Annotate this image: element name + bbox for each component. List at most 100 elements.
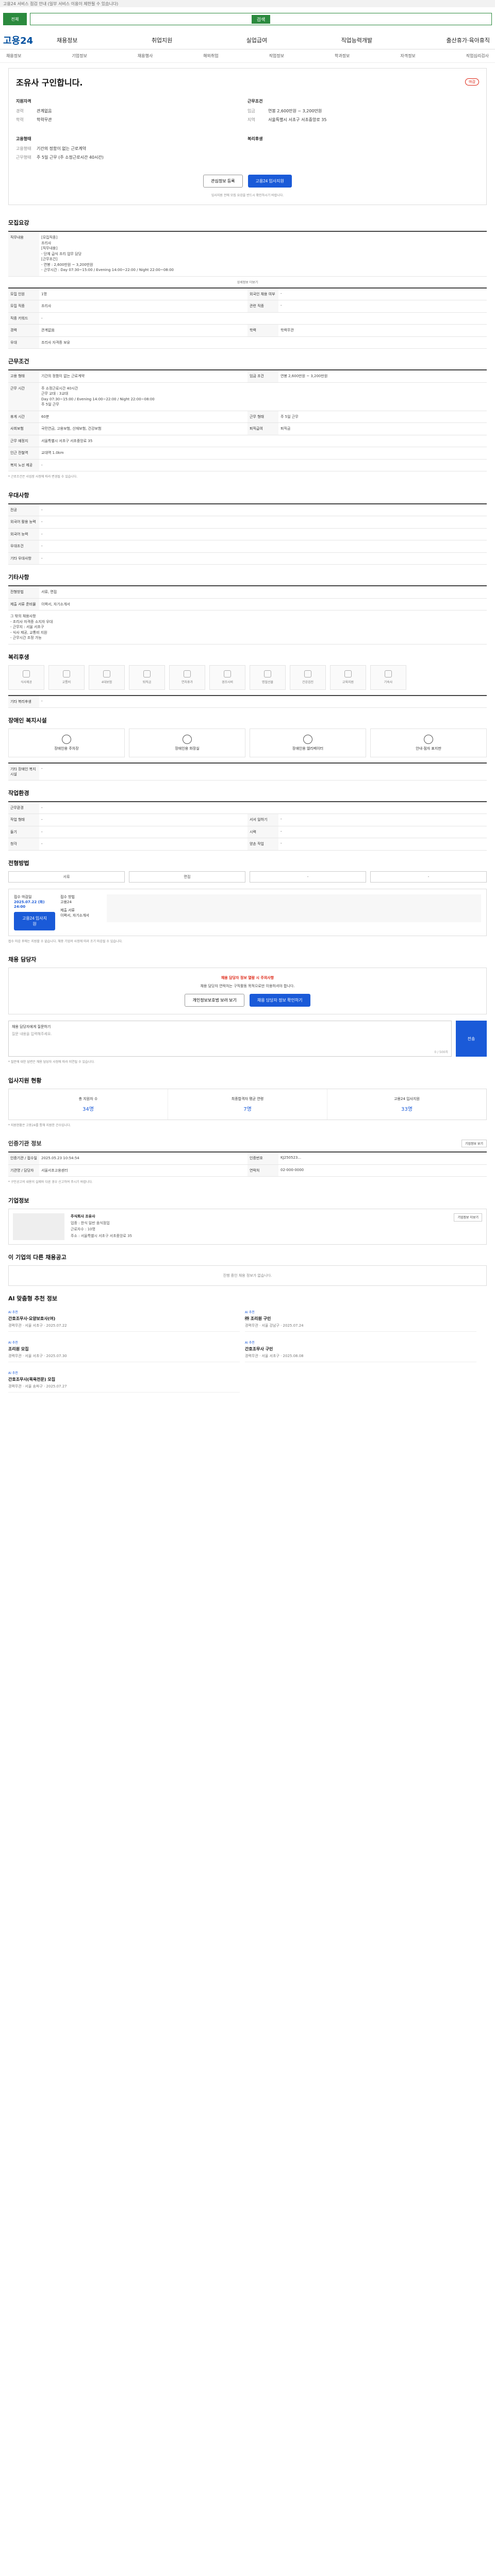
search-button[interactable]: 검색 xyxy=(251,14,271,24)
recommend-item[interactable]: AI 추천 간호조무사(목욕전문) 모집 경력무관 · 서울 송파구 · 2025.… xyxy=(8,1367,240,1393)
stat-label: 고용24 입사지원 xyxy=(394,1096,420,1101)
method-step: 면접 xyxy=(129,871,245,883)
gnb-item[interactable]: 취업지원 xyxy=(150,36,174,44)
stats-box: 총 지원자 수 34명 최종합격자 평균 연령 7명 고용24 입사지원 33명 xyxy=(8,1088,487,1120)
logo[interactable]: 고용24 xyxy=(3,33,55,47)
privacy-law-button[interactable]: 개인정보보호법 보러 보기 xyxy=(185,994,244,1007)
table-row: 전공 - xyxy=(8,504,487,517)
scrap-button[interactable]: 관심정보 등록 xyxy=(203,175,243,188)
accessibility-icon xyxy=(424,734,433,744)
gnb-item[interactable]: 채용정보 xyxy=(55,36,79,44)
summary-key: 임금 xyxy=(248,109,255,113)
table-row: 기타 우대사항 - xyxy=(8,552,487,565)
qa-submit-button[interactable]: 전송 xyxy=(456,1021,487,1057)
stat-item: 총 지원자 수 34명 xyxy=(9,1089,168,1120)
lnb-item[interactable]: 자격정보 xyxy=(400,53,415,59)
recruit-table-2: 모집 인원 1명 외국인 채용 여부 - 모집 직종 조리사 관련 직종 - 직종 키워드 - 경력… xyxy=(8,287,487,349)
recommend-name[interactable]: ㈜ 조리원 구인 xyxy=(245,1316,476,1321)
summary-key: 근무형태 xyxy=(16,155,31,160)
gnb-item[interactable]: 실업급여 xyxy=(244,36,269,44)
org-table: 인증기관 / 접수일 2025.05.23 10:54:54 인증번호 KJ25052… xyxy=(8,1151,487,1177)
table-row: 기관명 / 담당자 서울서초고용센터 연락처 02-000-0000 xyxy=(8,1164,487,1177)
welfare-icon xyxy=(143,670,151,678)
receipt-apply-button[interactable]: 고용24 입사지원 xyxy=(14,911,55,930)
table-value: - xyxy=(41,316,43,320)
disability-label: 장애인용 엘리베이터 xyxy=(292,746,324,751)
recommend-name[interactable]: 간호조무사 구인 xyxy=(245,1346,476,1352)
search-scope-select[interactable]: 전체 xyxy=(3,13,27,25)
welfare-label: 퇴직금 xyxy=(142,681,152,685)
gnb-item[interactable]: 직업능력개발 xyxy=(339,36,374,44)
notice-bar: 고용24 서비스 점검 안내 (일부 서비스 이용이 제한될 수 있습니다) xyxy=(0,0,495,7)
welfare-etc-value: - xyxy=(41,699,43,703)
recommend-item[interactable]: AI 추천 ㈜ 조리원 구인 경력무관 · 서울 강남구 · 2025.07.24 xyxy=(245,1307,476,1332)
manager-info-button[interactable]: 채용 담당자 정보 확인하기 xyxy=(249,994,310,1007)
summary-value: 관계없음 xyxy=(37,109,52,113)
apply-button[interactable]: 고용24 입사지원 xyxy=(248,175,292,188)
lnb-item[interactable]: 직업심리검사 xyxy=(466,53,489,59)
recommend-item[interactable]: AI 추천 간호조무사·요양보호사(여) 경력무관 · 서울 서초구 · 2025.… xyxy=(8,1307,240,1332)
recommend-name[interactable]: 조리원 모집 xyxy=(8,1346,240,1352)
lnb-item[interactable]: 학과정보 xyxy=(335,53,350,59)
other-jobs-title: 이 기업의 다른 채용공고 xyxy=(8,1253,67,1261)
lnb-item[interactable]: 채용정보 xyxy=(6,53,21,59)
table-row: 직종 키워드 - xyxy=(8,312,487,325)
table-value: 60분 xyxy=(41,414,50,419)
disability-etc-label: 기타 장애인 복지시설 xyxy=(8,763,39,780)
table-row: 휴게 시간 60분 근무 형태 주 5일 근무 xyxy=(8,411,487,423)
table-key: 사회보험 xyxy=(8,423,39,435)
company-info-more[interactable]: 기업정보 더보기 xyxy=(454,1213,482,1222)
detail-toggle[interactable]: 상세정보 더보기 xyxy=(0,277,495,287)
table-row: 전형방법 서류, 면접 xyxy=(8,586,487,599)
table-key: 기관명 / 담당자 xyxy=(8,1164,39,1177)
welfare-item: 4대보험 xyxy=(89,665,125,690)
lnb-item[interactable]: 해외취업 xyxy=(203,53,218,59)
welfare-item: 교통비 xyxy=(48,665,85,690)
table-key: 서서 일하기 xyxy=(248,814,278,826)
recommend-item[interactable]: AI 추천 조리원 모집 경력무관 · 서울 서초구 · 2025.07.30 xyxy=(8,1337,240,1362)
table-value: 국민연금, 고용보험, 산재보험, 건강보험 xyxy=(41,427,102,431)
welfare-icon xyxy=(184,670,191,678)
receipt-col2-label: 접수 방법 xyxy=(60,894,75,899)
table-value: [모집직종] 조리사 [직무내용] - 단체 급식 조리 업무 담당 [근무조건… xyxy=(41,235,174,272)
recommend-item[interactable]: AI 추천 간호조무사 구인 경력무관 · 서울 서초구 · 2025.08.08 xyxy=(245,1337,476,1362)
table-value: 2025.05.23 10:54:54 xyxy=(41,1156,79,1161)
lnb-item[interactable]: 기업정보 xyxy=(72,53,87,59)
lnb-item[interactable]: 직업정보 xyxy=(269,53,284,59)
org-more-button[interactable]: 기업정보 보기 xyxy=(461,1139,487,1147)
table-value: - xyxy=(41,463,43,467)
table-value: 서울서초고용센터 xyxy=(41,1168,68,1173)
table-value: 연봉 2,600만원 ~ 3,200만원 xyxy=(280,374,328,378)
table-key: 기타 우대사항 xyxy=(8,552,39,565)
manager-title: 채용 담당자 xyxy=(8,956,37,963)
welfare-label: 4대보험 xyxy=(101,681,112,685)
recommend-name[interactable]: 간호조무사(목욕전문) 모집 xyxy=(8,1377,240,1382)
welfare-label: 명절선물 xyxy=(261,681,274,685)
welfare-title: 복리후생 xyxy=(8,653,29,660)
disability-label: 안내·점자 표지판 xyxy=(416,746,441,751)
table-key: 임금 조건 xyxy=(248,370,278,382)
lnb-item[interactable]: 채용행사 xyxy=(138,53,153,59)
disability-label: 장애인용 주차장 xyxy=(54,746,79,751)
table-key: 모집 직종 xyxy=(8,300,39,312)
disability-item: 장애인용 주차장 xyxy=(8,728,125,757)
qa-input[interactable]: 채용 담당자에게 질문하기 질문 내용을 입력해주세요. 0 / 500자 xyxy=(8,1021,452,1057)
receipt-note: 접수 마감 후에는 지원할 수 없습니다. 채용 기업의 사정에 따라 조기 마… xyxy=(8,939,123,943)
recommend-meta: 경력무관 · 서울 송파구 · 2025.07.27 xyxy=(8,1384,67,1388)
receipt-docs: 이력서, 자기소개서 xyxy=(60,913,89,918)
welfare-item: 경조사비 xyxy=(209,665,245,690)
table-key: 인증기관 / 접수일 xyxy=(8,1153,39,1164)
table-value: - xyxy=(41,818,43,822)
welfare-item: 식사제공 xyxy=(8,665,44,690)
manager-alert-title: 채용 담당자 정보 열람 시 주의사항 xyxy=(221,976,274,980)
search-input[interactable]: 검색 xyxy=(30,13,492,25)
gnb-menu: 채용정보 취업지원 실업급여 직업능력개발 출산휴가·육아휴직 xyxy=(55,36,492,44)
status-badge: 마감 xyxy=(465,78,479,86)
recommend-name[interactable]: 간호조무사·요양보호사(여) xyxy=(8,1316,240,1321)
summary-row: 고용형태 기간의 정함이 없는 근로계약 xyxy=(16,146,248,151)
table-row: 인증기관 / 접수일 2025.05.23 10:54:54 인증번호 KJ25052… xyxy=(8,1153,487,1165)
manager-alert-text: 채용 담당자 연락처는 구직활동 목적으로만 이용하셔야 합니다. xyxy=(200,984,295,989)
qa-placeholder: 질문 내용을 입력해주세요. xyxy=(12,1032,52,1037)
table-row: 우대 조리사 자격증 보유 xyxy=(8,336,487,349)
gnb-item[interactable]: 출산휴가·육아휴직 xyxy=(444,36,492,44)
